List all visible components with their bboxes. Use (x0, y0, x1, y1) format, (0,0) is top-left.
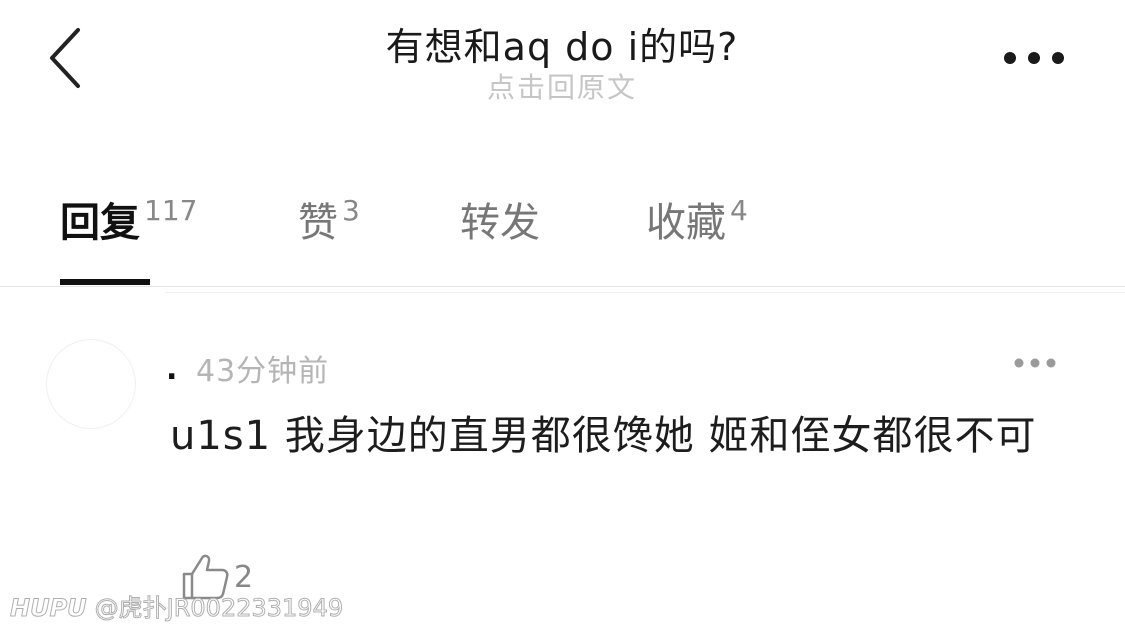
tab-label: 收藏 (646, 200, 726, 246)
back-button[interactable] (40, 26, 90, 90)
tab-count: 3 (342, 194, 360, 227)
avatar[interactable] (46, 339, 136, 429)
watermark: HUPU @虎扑JR0022331949 (10, 588, 344, 623)
watermark-brand: HUPU (10, 594, 88, 623)
reply-more-button[interactable] (1012, 353, 1058, 373)
tab-shares[interactable]: 转发 (460, 190, 540, 248)
tab-count: 117 (144, 194, 198, 227)
reply-username[interactable]: . (166, 352, 177, 387)
tab-favorites[interactable]: 收藏 4 (646, 190, 748, 248)
more-horizontal-icon (1014, 358, 1056, 368)
reply-timestamp: 43分钟前 (196, 354, 330, 389)
back-to-original-link[interactable]: 点击回原文 (362, 66, 762, 106)
active-tab-indicator (60, 279, 150, 285)
watermark-handle: @虎扑JR0022331949 (94, 594, 344, 623)
post-title: 有想和aq do i的吗? (385, 25, 739, 69)
more-options-button[interactable] (996, 44, 1072, 72)
content-divider (165, 292, 1125, 293)
more-horizontal-icon (1004, 52, 1064, 64)
tab-count: 4 (730, 194, 748, 227)
tab-divider (0, 286, 1125, 287)
tab-label: 转发 (460, 200, 540, 246)
tab-label: 赞 (298, 200, 338, 246)
reply-text: u1s1 我身边的直男都很馋她 姬和侄女都很不可 (170, 413, 1037, 459)
tab-likes[interactable]: 赞3 (298, 190, 360, 248)
tab-label: 回复 (60, 200, 140, 246)
chevron-left-icon (50, 28, 80, 88)
tab-replies[interactable]: 回复 117 (60, 190, 197, 248)
